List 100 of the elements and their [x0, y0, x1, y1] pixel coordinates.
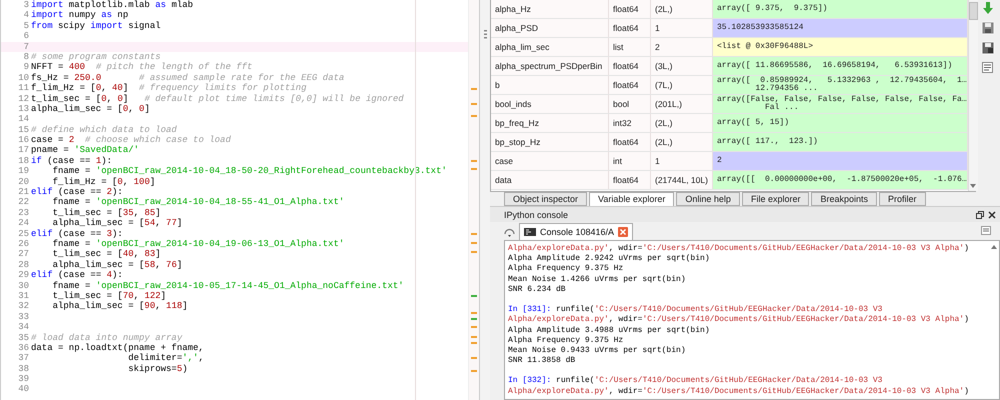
options-icon[interactable] — [981, 226, 992, 236]
table-cell: (201L,) — [651, 95, 713, 113]
line-number: 31 — [17, 290, 30, 302]
code-line: # load data into numpy array — [31, 332, 182, 343]
line-number: 19 — [17, 166, 30, 177]
code-line: elif (case == 4): — [31, 270, 123, 281]
code-line: alpha_lim_sec = [90, 118] — [52, 301, 188, 312]
line-number: 36 — [17, 342, 30, 354]
table-cell: array([ 117., 123.]) — [713, 133, 968, 151]
line-number: 11 — [17, 83, 30, 94]
code-line: import numpy as np — [31, 10, 128, 21]
line-number: 10 — [17, 72, 30, 84]
line-number: 5 — [22, 20, 30, 32]
code-line: from scipy import signal — [31, 20, 161, 32]
list-icon[interactable] — [982, 62, 994, 74]
table-cell: (7L,) — [651, 76, 713, 94]
scrollbar-thumb[interactable] — [968, 2, 978, 20]
line-number: 9 — [22, 62, 30, 73]
table-cell: 2 — [651, 38, 713, 56]
pane-tab[interactable]: File explorer — [742, 192, 810, 206]
line-number: 8 — [22, 52, 30, 62]
line-number: 3 — [22, 0, 30, 10]
line-number: 33 — [17, 312, 30, 322]
table-cell: array([ 9.375, 9.375]) — [713, 0, 968, 18]
ruler-mark — [471, 115, 477, 117]
line-number: 24 — [17, 218, 30, 229]
ruler-mark — [471, 103, 477, 105]
save-icon[interactable] — [982, 22, 994, 34]
table-cell: 1 — [651, 19, 713, 37]
line-number: 38 — [17, 364, 30, 374]
pane-tab[interactable]: Object inspector — [504, 192, 588, 206]
line-number: 26 — [17, 238, 30, 250]
table-cell: float64 — [609, 171, 651, 189]
table-cell: case — [491, 152, 609, 170]
line-number: 30 — [17, 280, 30, 291]
code-line: f_lim_Hz = [0, 40] # frequency limits for plotting — [31, 83, 306, 94]
save-all-icon[interactable] — [982, 42, 994, 54]
code-line: skiprows=5) — [127, 364, 188, 374]
console-line: Alpha Frequency 9.375 Hz — [508, 264, 624, 275]
pane-tab[interactable]: Breakpoints — [811, 192, 878, 206]
code-line: NFFT = 400 # pitch the length of the fft — [31, 62, 252, 73]
line-number: 27 — [17, 249, 30, 260]
line-number: 40 — [17, 384, 30, 395]
ruler-mark — [471, 233, 477, 235]
scrollbar[interactable] — [968, 0, 978, 191]
float-icon[interactable] — [976, 210, 984, 218]
code-line: t_lim_sec = [70, 122] — [52, 290, 166, 302]
arrow-down-icon[interactable] — [982, 2, 994, 14]
line-number: 4 — [22, 10, 30, 21]
table-cell: float64 — [609, 133, 651, 151]
table-cell: int — [609, 152, 651, 170]
console-line: Alpha/exploreData.py', wdir='C:/Users/T410/Documents/GitHub/EEGHacker/Data/2014-10-03 V3 Alpha') — [508, 244, 970, 254]
pane-tab[interactable]: Online help — [676, 192, 740, 206]
line-number: 20 — [17, 176, 30, 188]
pane-tab[interactable]: Variable explorer — [589, 192, 674, 207]
pane-title: IPython console — [504, 210, 568, 220]
code-line: delimiter=',', — [127, 353, 204, 364]
table-cell: array([ 5, 15]) — [713, 114, 968, 132]
code-line: t_lim_sec = [35, 85] — [52, 208, 161, 218]
grip-icon[interactable] — [484, 30, 486, 39]
code-line: case = 2 # choose which case to load — [31, 135, 231, 146]
code-line: alpha_lim_sec = [54, 77] — [52, 218, 182, 229]
table-cell: (2L,) — [651, 133, 713, 151]
ruler-mark — [471, 242, 477, 244]
table-cell: (3L,) — [651, 57, 713, 75]
pane-tab[interactable]: Profiler — [879, 192, 926, 206]
scroll-up-icon[interactable] — [991, 245, 997, 249]
console-line: In [332]: runfile('C:/Users/T410/Documents/GitHub/EEGHacker/Data/2014-10-03 V3 — [508, 376, 884, 387]
console-tab[interactable]: Console 108416/A — [519, 223, 634, 240]
table-cell: bp_freq_Hz — [491, 114, 609, 132]
ruler-mark — [471, 295, 477, 297]
line-number: 28 — [17, 260, 30, 270]
code-line: fs_Hz = 250.0 # assumed sample rate for the EEG data — [31, 72, 344, 84]
table-cell: 35.102853933585124 — [713, 19, 968, 37]
console-line: In [331]: runfile('C:/Users/T410/Documents/GitHub/EEGHacker/Data/2014-10-03 V3 — [508, 305, 884, 315]
code-line: if (case == 1): — [31, 156, 112, 166]
line-number: 13 — [17, 104, 30, 114]
arc-icon[interactable] — [504, 226, 515, 237]
line-number: 16 — [17, 135, 30, 146]
table-cell: <list @ 0x30F96488L> — [713, 38, 968, 56]
console-line: Alpha Amplitude 3.4988 uVrms per sqrt(bin) — [508, 326, 711, 336]
close-icon[interactable] — [988, 210, 996, 218]
table-cell: (2L,) — [651, 114, 713, 132]
table-cell: float64 — [609, 57, 651, 75]
line-number: 29 — [17, 270, 30, 281]
scroll-down-icon[interactable] — [970, 184, 976, 188]
table-cell: bool_inds — [491, 95, 609, 113]
table-cell: 2 — [713, 152, 968, 170]
table-cell: 1 — [651, 152, 713, 170]
table-cell: float64 — [609, 19, 651, 37]
line-number: 21 — [17, 187, 30, 198]
code-line: alpha_lim_sec = [58, 76] — [52, 260, 182, 270]
table-cell: alpha_Hz — [491, 0, 609, 18]
code-line: # some program constants — [31, 52, 161, 62]
table-cell: data — [491, 171, 609, 189]
line-number: 34 — [17, 322, 30, 332]
code-line: elif (case == 2): — [31, 187, 123, 198]
code-line: fname = 'openBCI_raw_2014-10-04_19-06-13_O1_Alpha.txt' — [52, 238, 344, 250]
code-line: data = np.loadtxt(pname + fname, — [31, 342, 204, 354]
code-line: elif (case == 3): — [31, 228, 123, 239]
